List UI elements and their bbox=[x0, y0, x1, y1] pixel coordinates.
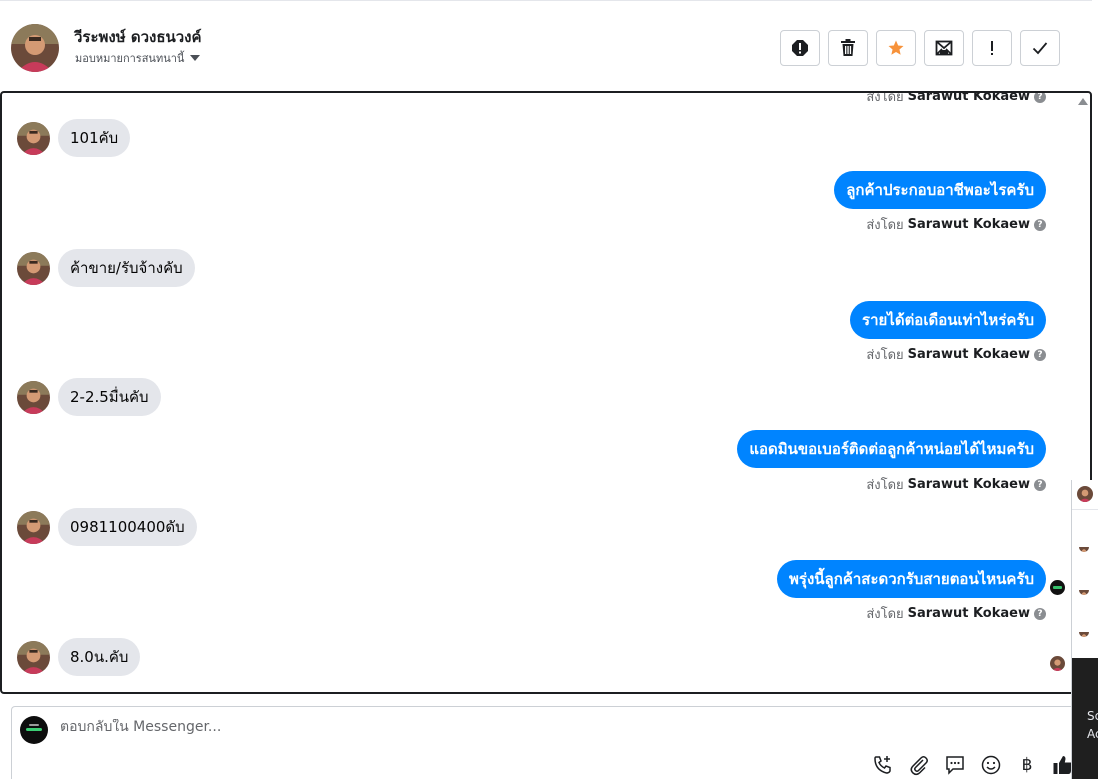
side-panel-avatar bbox=[1077, 486, 1093, 502]
side-panel-avatar bbox=[1079, 627, 1089, 637]
message-bubble[interactable]: 2-2.5มื่นคับ bbox=[58, 378, 161, 416]
sender-avatar[interactable] bbox=[17, 251, 50, 285]
attachment-button[interactable] bbox=[907, 753, 931, 777]
sender-avatar[interactable] bbox=[17, 121, 50, 155]
report-button[interactable] bbox=[780, 30, 820, 66]
saved-reply-icon bbox=[946, 756, 964, 775]
outgoing-message: แอดมินขอเบอร์ติดต่อลูกค้าหน่อยได้ไหมครับ bbox=[737, 430, 1046, 468]
call-add-icon bbox=[874, 756, 891, 774]
sent-by-label: ส่งโดย Sarawut Kokaew ? bbox=[866, 344, 1046, 365]
scroll-up-arrow-icon[interactable] bbox=[1078, 98, 1088, 105]
notification-line-1: Sc bbox=[1087, 709, 1098, 723]
important-button[interactable] bbox=[972, 30, 1012, 66]
side-panel-notification[interactable]: Sc Ac bbox=[1072, 658, 1098, 779]
composer-tools: ฿ bbox=[871, 753, 1075, 777]
seen-avatar-icon bbox=[1050, 656, 1065, 671]
reply-composer: ฿ bbox=[11, 706, 1076, 779]
emoji-icon bbox=[981, 755, 1001, 775]
side-panel-header bbox=[1072, 480, 1098, 510]
saved-reply-button[interactable] bbox=[943, 753, 967, 777]
emoji-button[interactable] bbox=[979, 753, 1003, 777]
sent-by-label: ส่งโดย Sarawut Kokaew ? bbox=[866, 214, 1046, 235]
star-button[interactable] bbox=[876, 30, 916, 66]
help-icon[interactable]: ? bbox=[1034, 478, 1046, 491]
incoming-message: 2-2.5มื่นคับ bbox=[17, 378, 161, 416]
help-icon[interactable]: ? bbox=[1034, 607, 1046, 620]
help-icon[interactable]: ? bbox=[1034, 93, 1046, 103]
help-icon[interactable]: ? bbox=[1034, 348, 1046, 361]
reply-input[interactable] bbox=[60, 719, 820, 735]
assign-label: มอบหมายการสนทนานี้ bbox=[75, 52, 185, 65]
outgoing-message: พรุ่งนี้ลูกค้าสะดวกรับสายตอนไหนครับ bbox=[777, 560, 1046, 598]
mark-unread-button[interactable] bbox=[924, 30, 964, 66]
message-bubble[interactable]: พรุ่งนี้ลูกค้าสะดวกรับสายตอนไหนครับ bbox=[777, 560, 1046, 598]
message-bubble[interactable]: 0981100400ดับ bbox=[58, 508, 197, 546]
assign-conversation-dropdown[interactable]: มอบหมายการสนทนานี้ bbox=[75, 49, 201, 67]
sent-by-label: ส่งโดย Sarawut Kokaew ? bbox=[866, 603, 1046, 624]
done-icon bbox=[1032, 42, 1048, 55]
attachment-icon bbox=[910, 756, 928, 776]
outgoing-message: รายได้ต่อเดือนเท่าไหร่ครับ bbox=[850, 301, 1046, 339]
message-bubble[interactable]: ลูกค้าประกอบอาชีพอะไรครับ bbox=[834, 171, 1046, 209]
conversation-toolbar bbox=[780, 30, 1060, 66]
payment-button[interactable]: ฿ bbox=[1015, 753, 1039, 777]
contact-name: วีระพงษ์ ดวงธนวงค์ bbox=[74, 28, 202, 46]
sent-by-label: ส่งโดย Sarawut Kokaew ? bbox=[866, 474, 1046, 495]
sent-by-label: ส่งโดย Sarawut Kokaew ? bbox=[866, 93, 1046, 107]
message-bubble[interactable]: 101คับ bbox=[58, 119, 131, 157]
message-thread[interactable]: ส่งโดย Sarawut Kokaew ? 101คับ ลูกค้าประ… bbox=[0, 91, 1092, 694]
help-icon[interactable]: ? bbox=[1034, 218, 1046, 231]
sender-avatar[interactable] bbox=[17, 640, 50, 674]
mark-done-button[interactable] bbox=[1020, 30, 1060, 66]
report-icon bbox=[792, 40, 808, 56]
side-panel-avatar bbox=[1079, 542, 1089, 552]
page-avatar bbox=[20, 716, 48, 744]
important-icon bbox=[991, 41, 993, 55]
call-add-button[interactable] bbox=[871, 753, 895, 777]
message-bubble[interactable]: รายได้ต่อเดือนเท่าไหร่ครับ bbox=[850, 301, 1046, 339]
business-read-receipt-icon bbox=[1050, 580, 1065, 595]
message-bubble[interactable]: ค้าขาย/รับจ้างคับ bbox=[58, 249, 195, 287]
side-panel-avatar bbox=[1079, 585, 1089, 595]
trash-icon bbox=[841, 39, 855, 56]
incoming-message: 8.0น.คับ bbox=[17, 638, 141, 676]
conversation-header: วีระพงษ์ ดวงธนวงค์ มอบหมายการสนทนานี้ bbox=[0, 0, 1092, 92]
message-bubble[interactable]: 8.0น.คับ bbox=[58, 638, 141, 676]
star-icon bbox=[888, 40, 904, 55]
notification-line-2: Ac bbox=[1087, 727, 1098, 741]
baht-payment-icon: ฿ bbox=[1021, 755, 1033, 775]
message-bubble[interactable]: แอดมินขอเบอร์ติดต่อลูกค้าหน่อยได้ไหมครับ bbox=[737, 430, 1046, 468]
incoming-message: 0981100400ดับ bbox=[17, 508, 197, 546]
sender-avatar[interactable] bbox=[17, 510, 50, 544]
incoming-message: 101คับ bbox=[17, 119, 131, 157]
incoming-message: ค้าขาย/รับจ้างคับ bbox=[17, 249, 195, 287]
delete-button[interactable] bbox=[828, 30, 868, 66]
mark-unread-icon bbox=[935, 40, 953, 56]
side-chat-panel[interactable]: Sc Ac bbox=[1071, 480, 1098, 779]
caret-down-icon bbox=[190, 55, 201, 61]
outgoing-message: ลูกค้าประกอบอาชีพอะไรครับ bbox=[834, 171, 1046, 209]
sender-avatar[interactable] bbox=[17, 380, 50, 414]
contact-avatar[interactable] bbox=[11, 24, 59, 72]
